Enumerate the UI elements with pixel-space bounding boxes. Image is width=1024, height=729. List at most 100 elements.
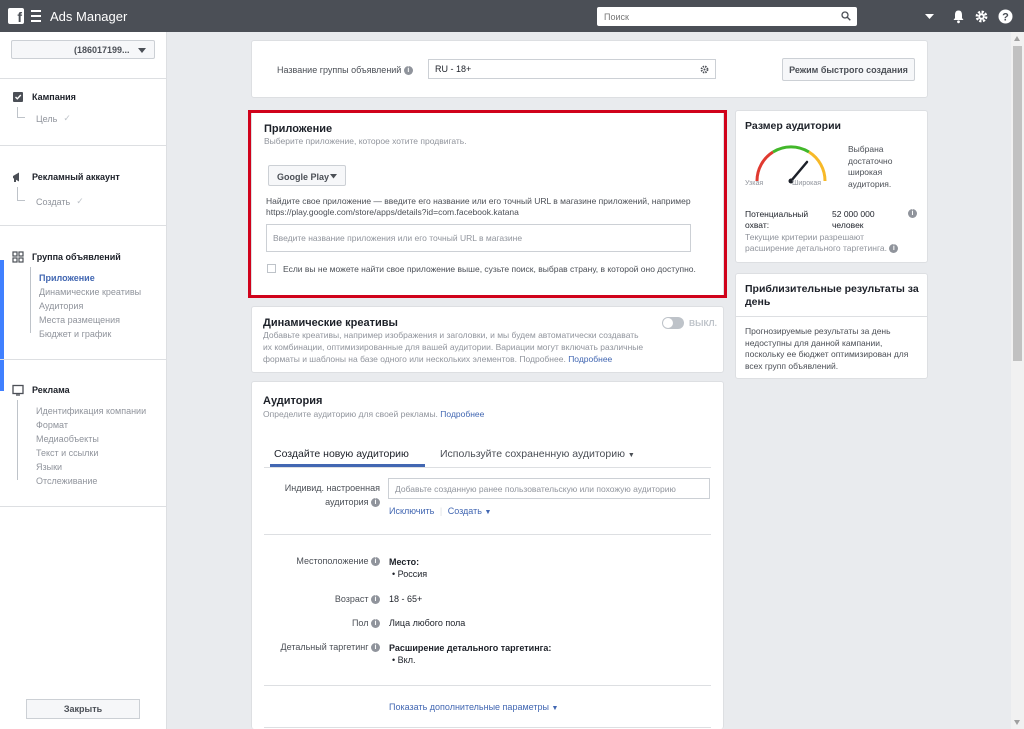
scroll-up-icon[interactable] xyxy=(1014,36,1020,41)
adset-name-card: Название группы объявлений i Режим быстр… xyxy=(251,40,928,98)
info-icon[interactable]: i xyxy=(371,498,380,508)
sidebar-subitem-placements[interactable]: Места размещения xyxy=(39,315,120,325)
dynamic-learn-more-link[interactable]: Подробнее xyxy=(568,354,612,364)
audience-size-title: Размер аудитории xyxy=(745,120,842,132)
reach-label: Потенциальный охват: xyxy=(745,209,808,231)
location-value: • Россия xyxy=(392,569,428,579)
audience-size-note-text: расширение детального таргетинга. xyxy=(745,243,887,253)
dynamic-desc-text: форматы и шаблоны на базе одного или нес… xyxy=(263,354,566,364)
sidebar-subitem-identity[interactable]: Идентификация компании xyxy=(36,406,146,416)
account-selector[interactable]: (186017199... xyxy=(11,40,155,59)
info-icon[interactable]: i xyxy=(889,244,899,254)
info-icon[interactable]: i xyxy=(371,595,380,605)
bell-icon[interactable] xyxy=(951,9,966,24)
sidebar-section-campaign: Кампания Цель ✓ xyxy=(0,78,167,146)
sidebar-subitem-objective-label: Цель xyxy=(36,113,58,124)
sidebar-item-ad[interactable]: Реклама xyxy=(12,384,70,396)
audience-size-desc-line: достаточно xyxy=(848,155,893,166)
location-value-text: Россия xyxy=(397,569,428,579)
audience-gauge xyxy=(755,145,827,184)
sidebar-section-ad-account: Рекламный аккаунт Создать ✓ xyxy=(0,146,167,226)
location-label: Местоположение i xyxy=(262,556,380,567)
sidebar-subitem-budget[interactable]: Бюджет и график xyxy=(39,329,111,339)
sidebar-subitem-dynamic[interactable]: Динамические креативы xyxy=(39,287,141,297)
gear-icon[interactable] xyxy=(974,9,989,24)
estimated-results-desc-line: Прогнозируемые результаты за день xyxy=(745,326,891,336)
gender-label: Пол i xyxy=(262,618,380,629)
custom-audience-actions: Исключить | Создать ▼ xyxy=(389,506,492,516)
age-label-text: Возраст xyxy=(334,594,369,604)
audience-learn-more-link[interactable]: Подробнее xyxy=(440,409,484,419)
create-link[interactable]: Создать xyxy=(448,506,482,516)
exclude-link[interactable]: Исключить xyxy=(389,506,434,516)
sidebar-subitem-media[interactable]: Медиаобъекты xyxy=(36,434,99,444)
facebook-logo-icon[interactable]: f xyxy=(8,8,24,24)
check-icon: ✓ xyxy=(63,113,71,123)
quick-create-button[interactable]: Режим быстрого создания xyxy=(782,58,915,81)
audience-size-note: Текущие критерии разрешают расширение де… xyxy=(745,232,899,254)
sidebar-item-adset-label: Группа объявлений xyxy=(32,252,121,262)
reach-value: 52 000 000 человек xyxy=(832,209,875,231)
search-input[interactable] xyxy=(597,7,827,26)
sidebar-subitem-audience[interactable]: Аудитория xyxy=(39,301,83,311)
campaign-icon xyxy=(13,92,23,102)
detailed-targeting-label-text: Детальный таргетинг xyxy=(280,642,369,652)
close-button[interactable]: Закрыть xyxy=(26,699,140,719)
help-icon[interactable]: ? xyxy=(998,9,1013,24)
estimated-results-desc-line: недоступны для данной кампании, xyxy=(745,337,883,348)
custom-audience-input[interactable] xyxy=(388,478,710,499)
sidebar-subitem-create[interactable]: Создать ✓ xyxy=(36,196,84,207)
gear-icon[interactable] xyxy=(700,65,709,74)
more-options-link[interactable]: Показать дополнительные параметры ▼ xyxy=(389,702,558,712)
info-icon[interactable]: i xyxy=(371,643,380,653)
search-icon[interactable] xyxy=(841,11,851,21)
dynamic-desc-line-2: их комбинации, оптимизированные для ваше… xyxy=(263,342,644,352)
detailed-targeting-value-text: Вкл. xyxy=(397,655,416,665)
caret-down-icon: ▼ xyxy=(627,452,635,459)
caret-down-icon: ▼ xyxy=(551,705,559,712)
dynamic-toggle[interactable] xyxy=(662,317,684,329)
scrollbar-thumb[interactable] xyxy=(1013,46,1022,361)
reach-label-line: охват: xyxy=(745,220,770,230)
chevron-down-icon[interactable] xyxy=(922,9,937,24)
reach-value-line: 52 000 000 xyxy=(832,209,875,219)
detailed-targeting-heading: Расширение детального таргетинга: xyxy=(389,643,552,653)
sidebar-subitem-languages[interactable]: Языки xyxy=(36,462,62,472)
info-icon[interactable]: i xyxy=(371,557,380,567)
tab-new-audience[interactable]: Создайте новую аудиторию xyxy=(274,448,409,460)
info-icon[interactable]: i xyxy=(371,619,380,629)
menu-icon[interactable] xyxy=(31,10,41,22)
sidebar-item-campaign[interactable]: Кампания xyxy=(12,91,76,103)
page-scrollbar[interactable] xyxy=(1011,32,1024,729)
info-icon[interactable]: i xyxy=(403,66,413,76)
sidebar-subitem-app[interactable]: Приложение xyxy=(39,273,95,283)
sidebar-subitem-objective[interactable]: Цель ✓ xyxy=(36,113,71,124)
sidebar-item-ad-account-label: Рекламный аккаунт xyxy=(32,172,120,182)
detailed-targeting-value: • Вкл. xyxy=(392,655,416,665)
tab-saved-audience-label: Используйте сохраненную аудиторию xyxy=(440,448,625,460)
estimated-results-desc-line: поскольку ее бюджет оптимизирован для xyxy=(745,349,909,359)
sidebar-subitem-tracking[interactable]: Отслеживание xyxy=(36,476,97,486)
tab-saved-audience[interactable]: Используйте сохраненную аудиторию ▼ xyxy=(440,448,635,460)
sidebar-subitem-format[interactable]: Формат xyxy=(36,420,68,430)
sidebar-subitem-text[interactable]: Текст и ссылки xyxy=(36,448,98,458)
svg-text:?: ? xyxy=(1002,11,1009,23)
caret-down-icon: ▼ xyxy=(484,509,492,516)
estimated-results-desc: Прогнозируемые результаты за день недост… xyxy=(745,326,908,372)
reach-value-line: человек xyxy=(832,220,864,230)
age-label: Возраст i xyxy=(262,594,380,605)
sidebar-item-ad-account[interactable]: Рекламный аккаунт xyxy=(12,171,120,183)
scroll-down-icon[interactable] xyxy=(1014,720,1020,725)
age-value: 18 - 65+ xyxy=(389,594,423,604)
adset-name-input[interactable] xyxy=(428,59,716,79)
dynamic-toggle-label: ВЫКЛ. xyxy=(689,318,717,328)
audience-size-note-line: Текущие критерии разрешают xyxy=(745,232,864,242)
audience-title: Аудитория xyxy=(263,395,323,407)
sidebar-item-adset[interactable]: Группа объявлений xyxy=(12,251,121,263)
gender-label-text: Пол xyxy=(351,618,369,628)
audience-card: Аудитория Определите аудиторию для своей… xyxy=(251,381,724,729)
estimated-results-title: Приблизительные результаты за день xyxy=(745,283,919,309)
audience-size-desc-line: широкая xyxy=(848,167,883,177)
top-bar: f Ads Manager ? xyxy=(0,0,1024,32)
info-icon[interactable]: i xyxy=(908,209,917,218)
